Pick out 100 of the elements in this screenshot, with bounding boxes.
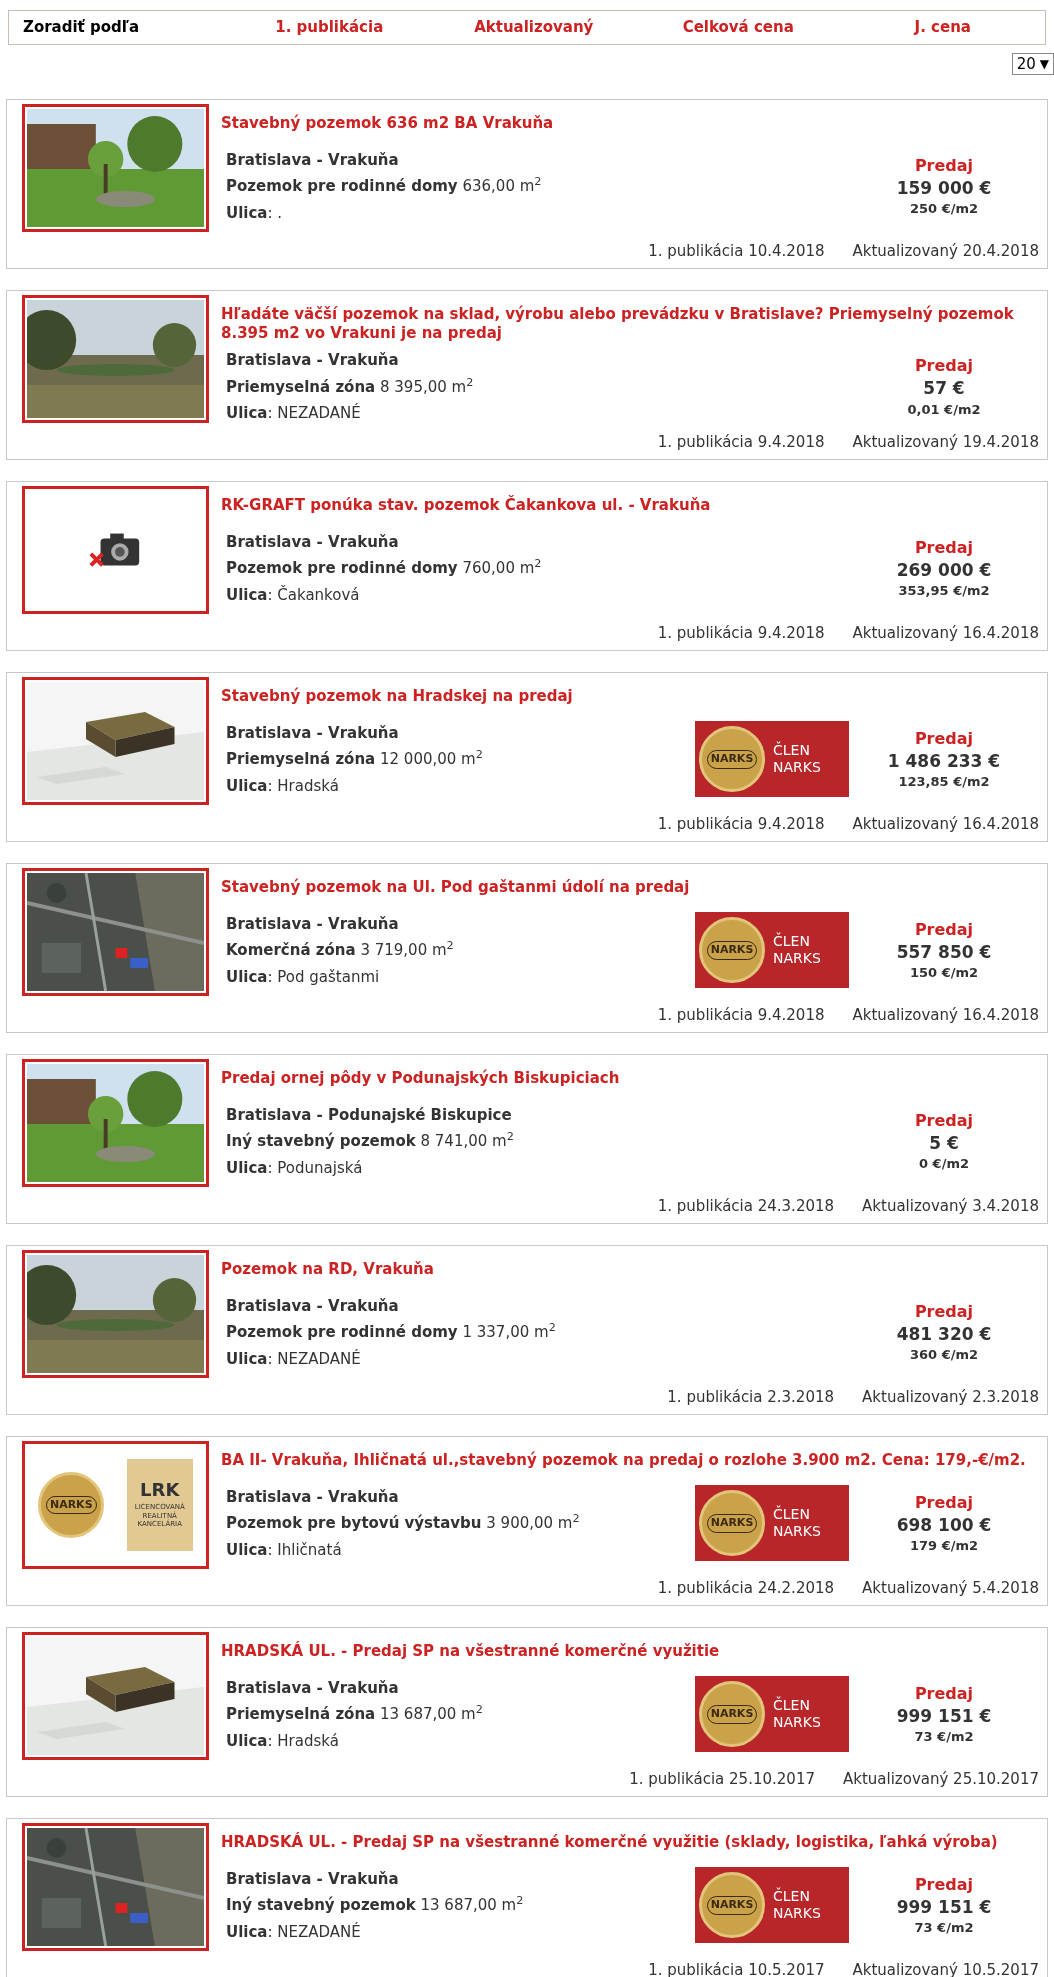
street: Ulica: Pod gaštanmi <box>226 966 381 988</box>
property-type: Pozemok pre bytovú výstavbu 3 900,00 m$^{2}$ <box>226 1512 581 1534</box>
member-badge: NARKS ČLEN NARKS <box>695 1485 849 1562</box>
member-seal: NARKS <box>699 1872 765 1939</box>
listing-title[interactable]: HRADSKÁ UL. - Predaj SP na všestranné komerčné využitie <box>221 1642 1039 1661</box>
total-price: 698 100 € <box>896 1514 992 1537</box>
sort-link[interactable]: Aktualizovaný <box>431 16 636 39</box>
total-price: 999 151 € <box>896 1705 992 1728</box>
offer-type: Predaj <box>914 1300 974 1323</box>
unit-price: 353,95 €/m2 <box>898 582 990 601</box>
property-type: Komerčná zóna 3 719,00 m$^{2}$ <box>226 939 455 961</box>
property-type: Pozemok pre rodinné domy 636,00 m$^{2}$ <box>226 175 543 197</box>
street: Ulica: Ihličnatá <box>226 1539 343 1561</box>
sort-link[interactable]: J. cena <box>840 16 1045 39</box>
sort-label: Zoradiť podľa <box>22 17 141 39</box>
unit-price: 0 €/m2 <box>919 1155 969 1174</box>
property-type: Iný stavebný pozemok 13 687,00 m$^{2}$ <box>226 1894 525 1916</box>
member-badge: NARKS ČLEN NARKS <box>695 1867 849 1944</box>
updated-date: Aktualizovaný 16.4.2018 <box>852 1004 1039 1026</box>
unit-price: 123,85 €/m2 <box>898 773 990 792</box>
total-price: 159 000 € <box>896 177 992 200</box>
location: Bratislava - Vrakuňa <box>226 722 400 744</box>
listing-title[interactable]: Pozemok na RD, Vrakuňa <box>221 1260 1039 1279</box>
total-price: 57 € <box>923 378 965 400</box>
offer-type: Predaj <box>914 154 974 177</box>
street: Ulica: NEZADANÉ <box>226 402 362 424</box>
location: Bratislava - Vrakuňa <box>226 149 400 171</box>
member-seal: NARKS <box>699 1490 765 1557</box>
offer-type: Predaj <box>914 355 974 378</box>
listing-title[interactable]: BA II- Vrakuňa, Ihličnatá ul.,stavebný pozemok na predaj o rozlohe 3.900 m2. Cena: 179,-€/m2. <box>221 1451 1039 1470</box>
listing-thumbnail[interactable] <box>22 486 209 614</box>
sort-link[interactable]: Celková cena <box>636 16 841 39</box>
offer-type: Predaj <box>914 1109 974 1132</box>
unit-price: 250 €/m2 <box>909 200 978 219</box>
listing-title[interactable]: Stavebný pozemok na Ul. Pod gaštanmi údolí na predaj <box>221 878 1039 897</box>
page-size-select[interactable]: 20 ▼ <box>1011 53 1054 75</box>
street: Ulica: NEZADANÉ <box>226 1348 362 1370</box>
published-date: 1. publikácia 9.4.2018 <box>657 813 825 835</box>
member-seal: NARKS <box>699 726 765 793</box>
total-price: 5 € <box>929 1132 959 1155</box>
published-date: 1. publikácia 10.4.2018 <box>648 240 825 262</box>
published-date: 1. publikácia 9.4.2018 <box>657 622 825 644</box>
member-badge: NARKS ČLEN NARKS <box>695 721 849 798</box>
location: Bratislava - Vrakuňa <box>226 1486 400 1508</box>
total-price: 1 486 233 € <box>887 750 1001 773</box>
street: Ulica: Čakanková <box>226 584 361 606</box>
published-date: 1. publikácia 24.3.2018 <box>657 1195 835 1217</box>
published-date: 1. publikácia 2.3.2018 <box>667 1386 835 1408</box>
offer-type: Predaj <box>914 1873 974 1896</box>
location: Bratislava - Vrakuňa <box>226 350 400 371</box>
member-badge: NARKS ČLEN NARKS <box>695 912 849 989</box>
offer-type: Predaj <box>914 1491 974 1514</box>
total-price: 557 850 € <box>896 941 992 964</box>
street: Ulica: Hradská <box>226 775 340 797</box>
updated-date: Aktualizovaný 16.4.2018 <box>852 813 1039 835</box>
member-badge: NARKS ČLEN NARKS <box>695 1676 849 1753</box>
offer-type: Predaj <box>914 536 974 559</box>
updated-date: Aktualizovaný 3.4.2018 <box>862 1195 1039 1217</box>
street: Ulica: NEZADANÉ <box>226 1921 362 1943</box>
offer-type: Predaj <box>914 1682 974 1705</box>
unit-price: 179 €/m2 <box>909 1537 978 1556</box>
unit-price: 73 €/m2 <box>914 1919 974 1938</box>
street: Ulica: . <box>226 202 284 224</box>
offer-type: Predaj <box>914 918 974 941</box>
location: Bratislava - Vrakuňa <box>226 913 400 935</box>
listing-title[interactable]: Stavebný pozemok 636 m2 BA Vrakuňa <box>221 114 1039 133</box>
published-date: 1. publikácia 24.2.2018 <box>657 1577 835 1599</box>
published-date: 1. publikácia 25.10.2017 <box>629 1768 815 1790</box>
street: Ulica: Podunajská <box>226 1157 364 1179</box>
updated-date: Aktualizovaný 19.4.2018 <box>852 431 1039 453</box>
updated-date: Aktualizovaný 10.5.2017 <box>852 1959 1039 1977</box>
location: Bratislava - Vrakuňa <box>226 1295 400 1317</box>
total-price: 999 151 € <box>896 1896 992 1919</box>
offer-type: Predaj <box>914 727 974 750</box>
published-date: 1. publikácia 9.4.2018 <box>657 1004 825 1026</box>
property-type: Priemyselná zóna 12 000,00 m$^{2}$ <box>226 748 484 770</box>
property-type: Pozemok pre rodinné domy 760,00 m$^{2}$ <box>226 557 543 579</box>
property-type: Priemyselná zóna 13 687,00 m$^{2}$ <box>226 1703 484 1725</box>
location: Bratislava - Vrakuňa <box>226 531 400 553</box>
location: Bratislava - Podunajské Biskupice <box>226 1104 513 1126</box>
unit-price: 150 €/m2 <box>909 964 978 983</box>
sort-link[interactable]: 1. publikácia <box>227 16 432 39</box>
updated-date: Aktualizovaný 16.4.2018 <box>852 622 1039 644</box>
listing-title[interactable]: Predaj ornej pôdy v Podunajských Biskupiciach <box>221 1069 1039 1088</box>
updated-date: Aktualizovaný 25.10.2017 <box>842 1768 1039 1790</box>
updated-date: Aktualizovaný 5.4.2018 <box>862 1577 1039 1599</box>
member-seal: NARKS <box>699 917 765 984</box>
location: Bratislava - Vrakuňa <box>226 1868 400 1890</box>
listing-title[interactable]: Hľadáte väčší pozemok na sklad, výrobu alebo prevádzku v Bratislave? Priemyselný pozemok 8.395 m2 vo Vrakuni je na predaj <box>221 305 1039 343</box>
total-price: 481 320 € <box>896 1323 992 1346</box>
unit-price: 73 €/m2 <box>914 1728 974 1747</box>
location: Bratislava - Vrakuňa <box>226 1677 400 1699</box>
listing-title[interactable]: Stavebný pozemok na Hradskej na predaj <box>221 687 1039 706</box>
total-price: 269 000 € <box>896 559 992 582</box>
updated-date: Aktualizovaný 20.4.2018 <box>852 240 1039 262</box>
listing-title[interactable]: RK-GRAFT ponúka stav. pozemok Čakankova ul. - Vrakuňa <box>221 496 1039 515</box>
street: Ulica: Hradská <box>226 1730 340 1752</box>
updated-date: Aktualizovaný 2.3.2018 <box>862 1386 1039 1408</box>
published-date: 1. publikácia 10.5.2017 <box>648 1959 825 1977</box>
listing-title[interactable]: HRADSKÁ UL. - Predaj SP na všestranné komerčné využitie (sklady, logistika, ľahká výroba) <box>221 1833 1039 1852</box>
